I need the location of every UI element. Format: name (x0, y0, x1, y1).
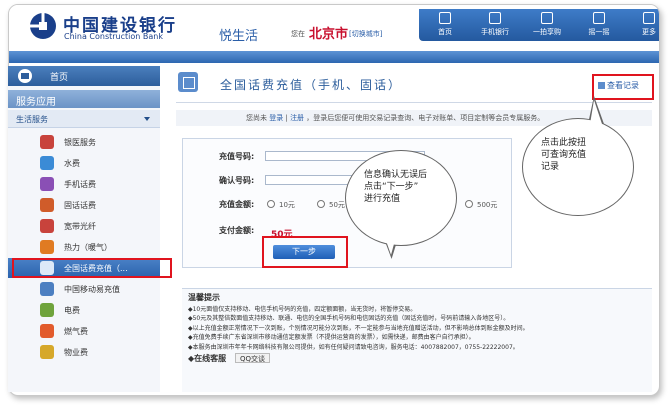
sidebar-home[interactable]: 首页 (8, 66, 160, 86)
ccb-logo-icon (30, 13, 56, 39)
amount-option-50[interactable]: 50元 (317, 200, 345, 210)
qr-icon (541, 12, 553, 24)
title-divider (176, 102, 652, 103)
phone-icon (489, 12, 501, 24)
amount-option-10[interactable]: 10元 (267, 200, 295, 210)
chevron-down-icon (144, 117, 150, 121)
landline-icon (40, 198, 54, 212)
city-switch-link[interactable]: [切换城市] (349, 29, 382, 39)
shake-icon (593, 12, 605, 24)
site-header: 中国建设银行 China Construction Bank 悦生活 您在 北京… (9, 5, 659, 49)
online-service: ◆在线客服 QQ交谈 (188, 353, 646, 364)
notice-line: ◆以上充值金额正常情况下一次到账，个别情况可能分次到账，不一定能参与当地充值赠送… (188, 324, 529, 332)
callout-record: 点击此按扭 可查询充值 记录 (522, 118, 634, 216)
callout-tail-fill (590, 100, 602, 124)
sidebar-section-services: 服务应用 (8, 90, 160, 108)
notice-box: 温馨提示 ◆10元面值仅支持移动、电信手机号码的充值，四定额面额，当无货时，将暂… (182, 288, 652, 392)
highlight-sidebar-recharge (12, 258, 172, 278)
sidebar-item-electric[interactable]: 电费 (8, 300, 160, 320)
sidebar-sub-life[interactable]: 生活服务 (8, 110, 160, 128)
property-icon (40, 345, 54, 359)
sub-brand: 悦生活 (219, 29, 259, 44)
bank-name-en: China Construction Bank (64, 32, 163, 41)
nav-scan[interactable]: 一拍享购 (523, 12, 571, 37)
qq-chat-button[interactable]: QQ交谈 (234, 353, 270, 363)
recharge-title-icon (178, 72, 198, 92)
top-nav: 首页 手机银行 一拍享购 摇一摇 更多 (419, 9, 659, 41)
header-bar (9, 51, 659, 63)
broadband-icon (40, 219, 54, 233)
mobile-icon (40, 177, 54, 191)
sidebar-item-water[interactable]: 水费 (8, 153, 160, 173)
heating-icon (40, 240, 54, 254)
amount-option-500[interactable]: 500元 (465, 200, 497, 210)
notice-line: ◆充值免费手续广东省深圳市移动通信定额发票（不提供运营商的发票），如需快递，邮费… (188, 334, 475, 341)
register-link[interactable]: 注册 (290, 114, 304, 122)
home-icon (18, 69, 32, 83)
city-prefix: 您在 (291, 30, 305, 38)
highlight-next-button (262, 236, 348, 268)
more-icon (643, 12, 655, 24)
gas-icon (40, 324, 54, 338)
callout-next-step: 信息确认无误后 点击“下一步” 进行充值 (345, 150, 457, 246)
notice-title: 温馨提示 (188, 293, 220, 302)
grid-icon (439, 12, 451, 24)
phone-label: 充值号码: (219, 152, 255, 161)
electric-icon (40, 303, 54, 317)
sidebar-item-property[interactable]: 物业费 (8, 342, 160, 362)
nav-more[interactable]: 更多 (625, 12, 659, 37)
medical-icon (40, 135, 54, 149)
cmcc-icon (40, 282, 54, 296)
nav-shake[interactable]: 摇一摇 (575, 12, 623, 37)
notice-line: ◆本服务由深圳市年年卡网络科技有限公司提供，如有任何疑问请致电咨询，服务电话：4… (188, 343, 519, 351)
sidebar-item-heating[interactable]: 热力（暖气） (8, 237, 160, 257)
nav-mobile-bank[interactable]: 手机银行 (471, 12, 519, 37)
notice-line: ◆50元及其整倍数面值支持移动、联通、电信的全国手机号码和电信固话的充值（固话充… (188, 315, 510, 322)
pay-label: 支付金额: (219, 226, 255, 235)
sidebar: 首页 服务应用 生活服务 银医服务 水费 手机话费 固话话费 宽带光纤 热力（暖… (8, 66, 160, 392)
sidebar-item-medical[interactable]: 银医服务 (8, 132, 160, 152)
city-name: 北京市 (309, 27, 349, 42)
sidebar-item-landline[interactable]: 固话话费 (8, 195, 160, 215)
notice-line: ◆10元面值仅支持移动、电信手机号码的充值，四定额面额，当无货时，将暂停交易。 (188, 305, 417, 313)
sidebar-item-mobile-bill[interactable]: 手机话费 (8, 174, 160, 194)
sidebar-item-gas[interactable]: 燃气费 (8, 321, 160, 341)
confirm-label: 确认号码: (219, 176, 255, 185)
sidebar-item-broadband[interactable]: 宽带光纤 (8, 216, 160, 236)
amount-label: 充值金额: (219, 200, 255, 209)
water-icon (40, 156, 54, 170)
sidebar-item-cmcc[interactable]: 中国移动易充值 (8, 279, 160, 299)
nav-home[interactable]: 首页 (421, 12, 469, 37)
page-title: 全国话费充值（手机、固话） (220, 78, 403, 92)
login-link[interactable]: 登录 (269, 114, 283, 122)
